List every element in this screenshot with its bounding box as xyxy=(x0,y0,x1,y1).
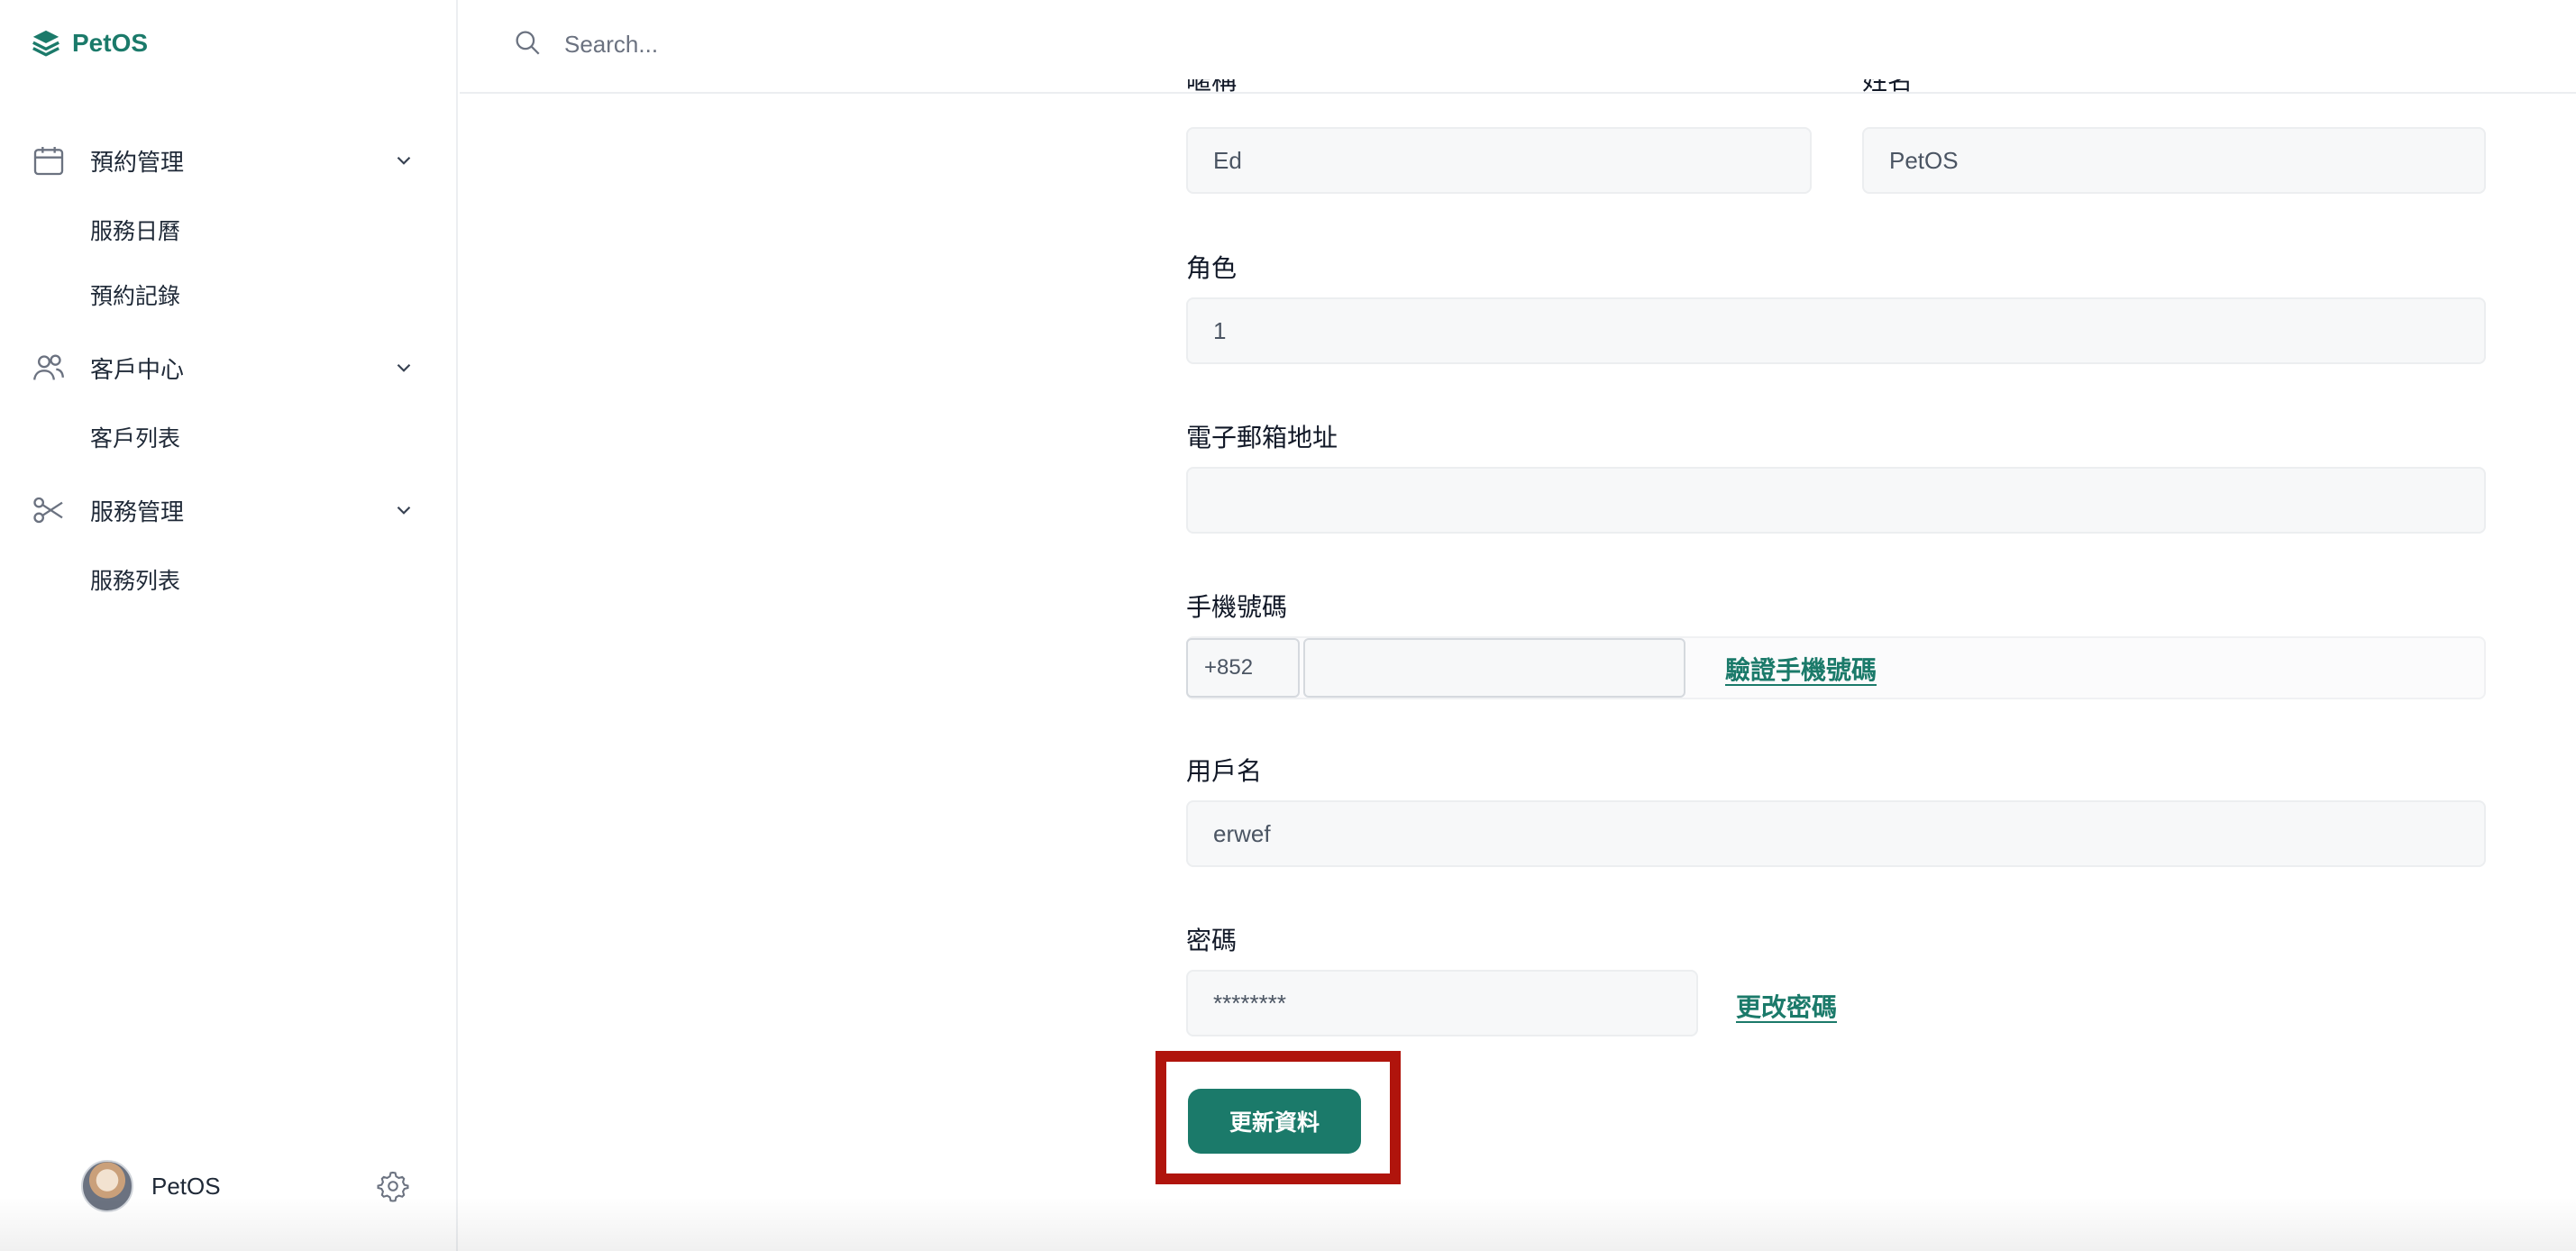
email-label: 電子郵箱地址 xyxy=(1186,423,1338,452)
email-field[interactable] xyxy=(1186,467,2486,534)
phone-label: 手機號碼 xyxy=(1186,592,1288,622)
username-label: 用戶名 xyxy=(1186,756,1263,786)
update-profile-button[interactable]: 更新資料 xyxy=(1188,1089,1361,1154)
password-label: 密碼 xyxy=(1186,926,1238,955)
nickname-label: 暱稱 xyxy=(1186,79,1238,96)
profile-form: 暱稱 姓名 角色 電子郵箱地址 手機號碼 驗證手機號碼 用戶名 密碼 更改密碼 … xyxy=(0,0,2576,1251)
username-field[interactable] xyxy=(1186,800,2486,867)
phone-number-field[interactable] xyxy=(1303,638,1685,698)
country-code-field[interactable] xyxy=(1186,638,1300,698)
role-label: 角色 xyxy=(1186,253,1238,283)
name-label: 姓名 xyxy=(1862,79,1914,96)
role-field xyxy=(1186,297,2486,364)
verify-phone-link[interactable]: 驗證手機號碼 xyxy=(1725,651,1877,687)
change-password-link[interactable]: 更改密碼 xyxy=(1736,988,1837,1024)
name-field[interactable] xyxy=(1862,127,2486,194)
nickname-field[interactable] xyxy=(1186,127,1812,194)
password-field[interactable] xyxy=(1186,970,1698,1036)
